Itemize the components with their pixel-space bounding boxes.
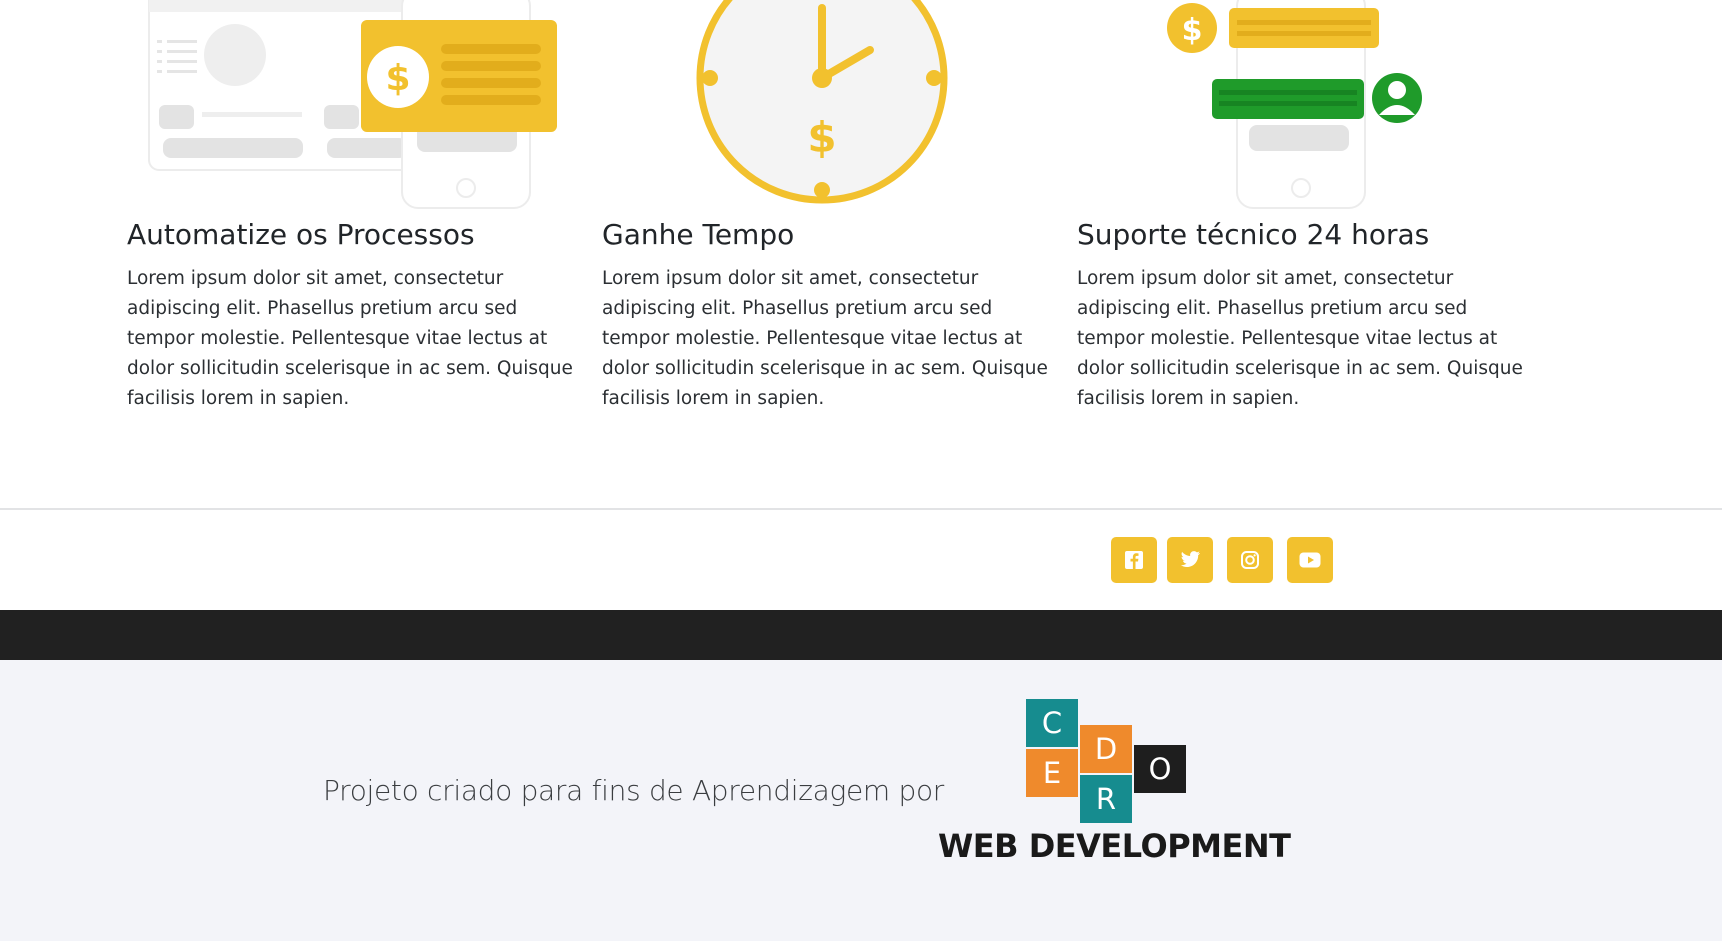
feature-title: Suporte técnico 24 horas <box>1077 218 1430 251</box>
feature-title: Automatize os Processos <box>127 218 475 251</box>
instagram-button[interactable] <box>1227 537 1273 583</box>
logo-tile-d: D <box>1080 725 1132 773</box>
facebook-icon <box>1125 551 1143 569</box>
features-section: $ Automatize os Processos Lorem ipsum do… <box>0 0 1722 510</box>
social-links-bar <box>0 510 1722 610</box>
instagram-icon <box>1241 551 1259 569</box>
cedro-web-development-logo[interactable]: C E D R O WEB DEVELOPMENT <box>938 699 1291 879</box>
feature-title: Ganhe Tempo <box>602 218 795 251</box>
svg-text:$: $ <box>807 113 836 162</box>
payment-screens-illustration: $ <box>148 0 557 209</box>
feature-text: Lorem ipsum dolor sit amet, consectetur … <box>1077 268 1523 409</box>
logo-tile-o: O <box>1134 745 1186 793</box>
svg-text:$: $ <box>1182 13 1203 48</box>
logo-tile-c: C <box>1026 699 1078 747</box>
clock-money-illustration: $ <box>696 0 948 204</box>
dark-band <box>0 610 1722 660</box>
youtube-button[interactable] <box>1287 537 1333 583</box>
footer: Projeto criado para fins de Aprendizagem… <box>0 660 1722 941</box>
twitter-button[interactable] <box>1167 537 1213 583</box>
logo-tile-e: E <box>1026 749 1078 797</box>
svg-text:$: $ <box>385 58 410 99</box>
credit-text: Projeto criado para fins de Aprendizagem… <box>323 774 944 807</box>
logo-text: WEB DEVELOPMENT <box>938 827 1291 865</box>
feature-text: Lorem ipsum dolor sit amet, consectetur … <box>602 268 1048 409</box>
youtube-icon <box>1299 552 1321 568</box>
logo-tile-r: R <box>1080 775 1132 823</box>
twitter-icon <box>1180 551 1201 567</box>
feature-text: Lorem ipsum dolor sit amet, consectetur … <box>127 268 573 409</box>
chat-support-illustration: $ <box>1167 0 1422 209</box>
facebook-button[interactable] <box>1111 537 1157 583</box>
